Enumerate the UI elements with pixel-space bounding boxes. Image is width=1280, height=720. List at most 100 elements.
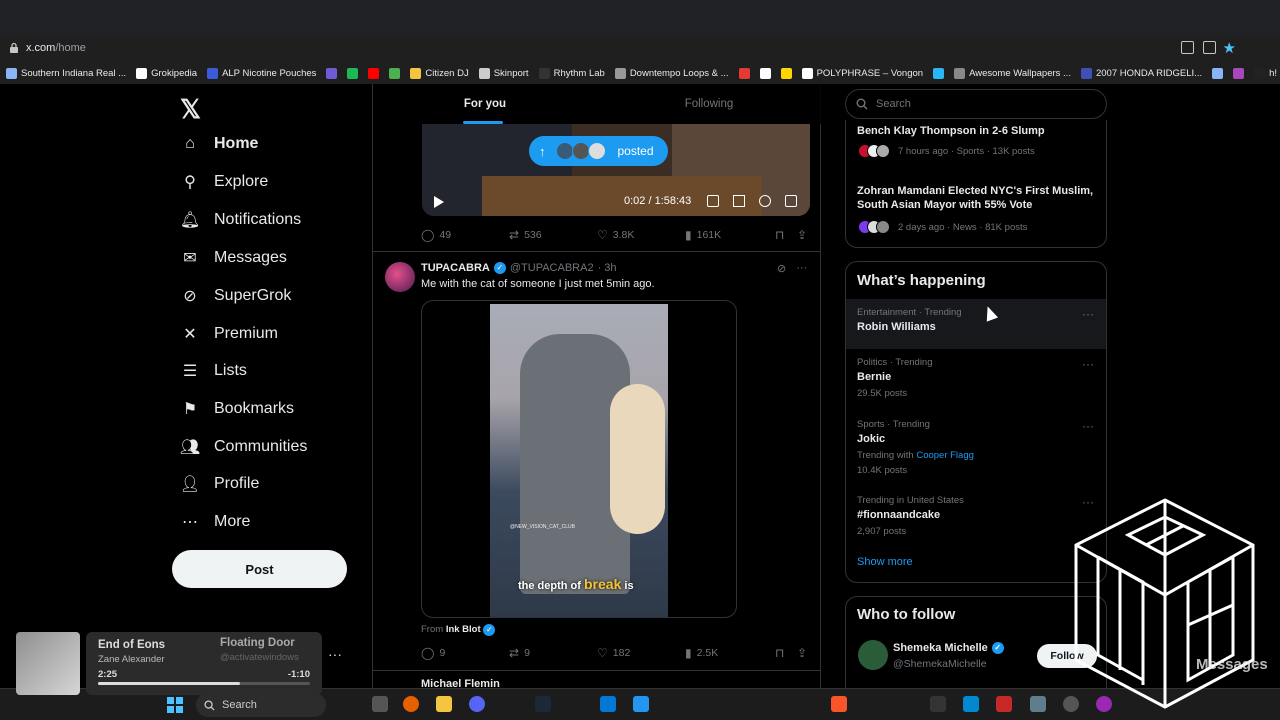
extensions-icon[interactable]: [1203, 41, 1216, 54]
captions-icon[interactable]: [707, 195, 719, 207]
nav-item-explore[interactable]: ⚲ Explore: [180, 172, 268, 192]
new-posts-pill[interactable]: ↑ posted: [529, 136, 668, 166]
nav-item-supergrok[interactable]: ⊘ SuperGrok: [180, 286, 291, 306]
bookmark-item[interactable]: POLYPHRASE – Vongon: [801, 67, 923, 79]
nav-item-messages[interactable]: ✉ Messages: [180, 248, 287, 268]
bookmark-item[interactable]: Southern Indiana Real ...: [6, 67, 126, 79]
tab-following[interactable]: Following: [597, 84, 821, 124]
nav-item-notifications[interactable]: 🔔︎ Notifications: [180, 210, 301, 230]
trend-item[interactable]: Trending in United States #fionnaandcake…: [846, 487, 1106, 549]
settings-icon[interactable]: [759, 195, 771, 207]
more-icon[interactable]: ···: [796, 262, 807, 275]
firefox-icon[interactable]: [403, 696, 419, 712]
avatar[interactable]: [385, 262, 415, 292]
trend-item[interactable]: Entertainment · Trending Robin Williams …: [846, 299, 1106, 349]
bookmark-icon[interactable]: ⊓: [775, 228, 784, 242]
app-icon[interactable]: [600, 696, 616, 712]
bookmark-item[interactable]: [780, 67, 792, 79]
taskbar-search[interactable]: Search: [196, 693, 326, 717]
share-icon[interactable]: ⇪: [797, 228, 807, 242]
bookmark-item[interactable]: Rhythm Lab: [538, 67, 605, 79]
share-icon[interactable]: ⇪: [797, 646, 807, 660]
bookmark-item[interactable]: 2007 HONDA RIDGELI...: [1080, 67, 1202, 79]
bookmark-item[interactable]: Citizen DJ: [410, 67, 469, 79]
fullscreen-icon[interactable]: [785, 195, 797, 207]
folder-icon[interactable]: [436, 696, 452, 712]
views-button[interactable]: ▮ 2.5K: [685, 646, 718, 660]
post-time[interactable]: · 3h: [598, 262, 617, 274]
more-icon[interactable]: ···: [1082, 357, 1094, 371]
bookmark-item[interactable]: Downtempo Loops & ...: [614, 67, 729, 79]
reply-button[interactable]: ◯ 49: [421, 228, 451, 242]
show-more-link[interactable]: Show more: [857, 556, 913, 568]
address-bar[interactable]: x.com/home ★: [0, 36, 1280, 62]
nav-item-communities[interactable]: 👥︎ Communities: [180, 437, 308, 457]
nav-item-bookmarks[interactable]: ⚑ Bookmarks: [180, 399, 294, 419]
author-name[interactable]: TUPACABRA: [421, 262, 490, 274]
bookmark-item[interactable]: [738, 67, 750, 79]
trend-item[interactable]: Sports · Trending Jokic Trending with Co…: [846, 411, 1106, 487]
bookmark-star-icon[interactable]: ★: [1223, 39, 1236, 57]
brave-icon[interactable]: [831, 696, 847, 712]
x-logo-icon[interactable]: 𝕏: [180, 94, 201, 125]
url-text[interactable]: x.com/home: [26, 42, 86, 54]
author-name[interactable]: Michael Flemin: [421, 678, 500, 688]
author-handle[interactable]: @TUPACABRA2: [510, 262, 594, 274]
app-icon[interactable]: [996, 696, 1012, 712]
source-link[interactable]: Ink Blot: [446, 624, 481, 635]
x-app-icon[interactable]: [930, 696, 946, 712]
search-input[interactable]: Search: [845, 89, 1107, 119]
bookmark-item[interactable]: [933, 67, 945, 79]
play-icon[interactable]: [434, 196, 444, 208]
more-icon[interactable]: ···: [1082, 307, 1094, 321]
repost-button[interactable]: ⇄ 9: [509, 646, 530, 660]
follow-name[interactable]: Shemeka Michelle ✓: [893, 642, 1004, 654]
steam-icon[interactable]: [535, 696, 551, 712]
windows-start-icon[interactable]: [167, 697, 183, 713]
avatar[interactable]: [858, 640, 888, 670]
media-player-widget[interactable]: End of Eons Zane Alexander Floating Door…: [16, 632, 322, 695]
discord-icon[interactable]: [469, 696, 485, 712]
views-button[interactable]: ▮ 161K: [685, 228, 721, 242]
news-title[interactable]: Zohran Mamdani Elected NYC's First Musli…: [857, 184, 1097, 212]
nav-item-profile[interactable]: 👤︎ Profile: [180, 474, 260, 494]
app-icon[interactable]: [963, 696, 979, 712]
screenshot-icon[interactable]: [1181, 41, 1194, 54]
like-button[interactable]: ♡ 3.8K: [597, 228, 634, 242]
trend-item[interactable]: Politics · Trending Bernie 29.5K posts ·…: [846, 349, 1106, 411]
bookmark-item[interactable]: [1233, 67, 1245, 79]
news-title[interactable]: Bench Klay Thompson in 2-6 Slump: [857, 124, 1097, 138]
repost-button[interactable]: ⇄ 536: [509, 228, 542, 242]
bookmark-item[interactable]: Awesome Wallpapers ...: [954, 67, 1071, 79]
nav-item-home[interactable]: ⌂ Home: [180, 134, 258, 154]
trend-link[interactable]: Cooper Flagg: [916, 450, 974, 461]
bookmark-item[interactable]: [759, 67, 771, 79]
nav-item-lists[interactable]: ☰ Lists: [180, 361, 247, 381]
bookmark-item[interactable]: ALP Nicotine Pouches: [207, 67, 316, 79]
bookmark-item[interactable]: Grokipedia: [136, 67, 197, 79]
bookmark-item[interactable]: [347, 67, 359, 79]
bookmark-item[interactable]: [368, 67, 380, 79]
bookmark-item[interactable]: [326, 67, 338, 79]
taskview-icon[interactable]: [372, 696, 388, 712]
progress-bar[interactable]: [98, 682, 310, 685]
bookmark-icon[interactable]: ⊓: [775, 646, 784, 660]
mute-icon[interactable]: [733, 195, 745, 207]
nav-item-premium[interactable]: ✕ Premium: [180, 324, 278, 344]
bookmark-item[interactable]: h!: [1254, 67, 1277, 79]
more-icon[interactable]: ···: [328, 646, 342, 662]
more-icon[interactable]: ···: [1082, 419, 1094, 433]
bookmark-item[interactable]: [1212, 67, 1224, 79]
reply-button[interactable]: ◯ 9: [421, 646, 445, 660]
bookmark-item[interactable]: Skinport: [478, 67, 529, 79]
nav-item-more[interactable]: ⋯ More: [180, 512, 250, 532]
tab-for-you[interactable]: For you: [373, 84, 597, 124]
post-button[interactable]: Post: [172, 550, 347, 588]
calculator-icon[interactable]: [633, 696, 649, 712]
app-icon[interactable]: [1030, 696, 1046, 712]
like-button[interactable]: ♡ 182: [597, 646, 630, 660]
messages-overlay[interactable]: Messages: [1196, 656, 1268, 673]
bookmark-item[interactable]: [389, 67, 401, 79]
tweet-video[interactable]: @NEW_VISION_CAT_CLUB the depth of break …: [421, 300, 737, 618]
grok-icon[interactable]: ⊘: [777, 262, 786, 275]
